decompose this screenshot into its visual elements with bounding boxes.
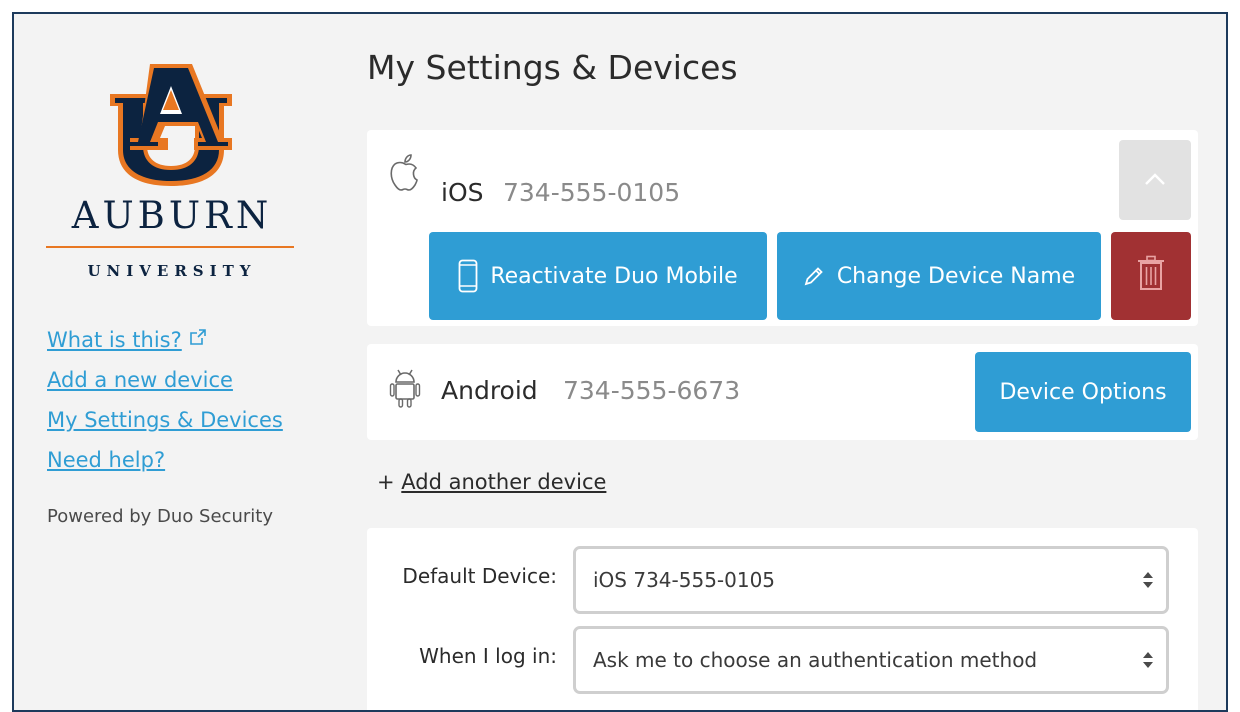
phone-icon xyxy=(458,259,478,293)
android-icon xyxy=(389,368,421,412)
select-arrows-icon xyxy=(1142,570,1154,595)
page-title: My Settings & Devices xyxy=(367,48,738,87)
university-subtitle: UNIVERSITY xyxy=(87,262,257,280)
sidebar-nav: What is this? Add a new device My Settin… xyxy=(47,318,283,480)
reactivate-label: Reactivate Duo Mobile xyxy=(490,263,738,289)
change-device-name-button[interactable]: Change Device Name xyxy=(777,232,1101,320)
my-settings-devices-link[interactable]: My Settings & Devices xyxy=(47,400,283,440)
chevron-up-icon xyxy=(1144,171,1166,190)
sidebar: AUBURN UNIVERSITY What is this? Add a ne… xyxy=(14,14,344,710)
need-help-link[interactable]: Need help? xyxy=(47,440,283,480)
default-device-select[interactable]: iOS 734-555-0105 xyxy=(573,546,1169,614)
reactivate-duo-mobile-button[interactable]: Reactivate Duo Mobile xyxy=(429,232,767,320)
powered-by-text: Powered by Duo Security xyxy=(47,506,273,527)
device-options-button[interactable]: Device Options xyxy=(975,352,1191,432)
device-number-ios: 734-555-0105 xyxy=(503,178,681,207)
wordmark-divider xyxy=(46,246,294,248)
select-arrows-icon xyxy=(1142,650,1154,675)
auburn-wordmark: AUBURN xyxy=(71,194,273,237)
what-is-this-label: What is this? xyxy=(47,328,182,352)
add-another-device: + Add another device xyxy=(377,470,606,494)
default-device-label: Default Device: xyxy=(402,564,557,588)
external-link-icon xyxy=(189,318,206,358)
device-number-android: 734-555-6673 xyxy=(563,376,741,405)
change-name-label: Change Device Name xyxy=(836,263,1076,289)
default-device-value: iOS 734-555-0105 xyxy=(593,568,776,592)
login-behavior-label: When I log in: xyxy=(419,644,557,668)
settings-card: Default Device: iOS 734-555-0105 When I … xyxy=(367,528,1198,710)
pencil-icon xyxy=(803,265,825,287)
device-card-ios: iOS 734-555-0105 Reactivate Duo Mobile C… xyxy=(367,130,1198,326)
delete-device-button[interactable] xyxy=(1111,232,1191,320)
add-another-device-link[interactable]: Add another device xyxy=(401,470,606,494)
login-behavior-value: Ask me to choose an authentication metho… xyxy=(593,648,1038,672)
app-frame: AUBURN UNIVERSITY What is this? Add a ne… xyxy=(12,12,1228,712)
device-type-android: Android xyxy=(441,376,538,405)
apple-icon xyxy=(389,152,421,196)
add-new-device-link[interactable]: Add a new device xyxy=(47,360,283,400)
trash-icon xyxy=(1136,255,1166,297)
collapse-device-button[interactable] xyxy=(1119,140,1191,220)
auburn-au-logo-icon xyxy=(110,64,232,186)
device-type-ios: iOS xyxy=(441,178,484,207)
device-card-android: Android 734-555-6673 Device Options xyxy=(367,344,1198,440)
add-plus: + xyxy=(377,470,395,494)
what-is-this-link[interactable]: What is this? xyxy=(47,318,283,360)
